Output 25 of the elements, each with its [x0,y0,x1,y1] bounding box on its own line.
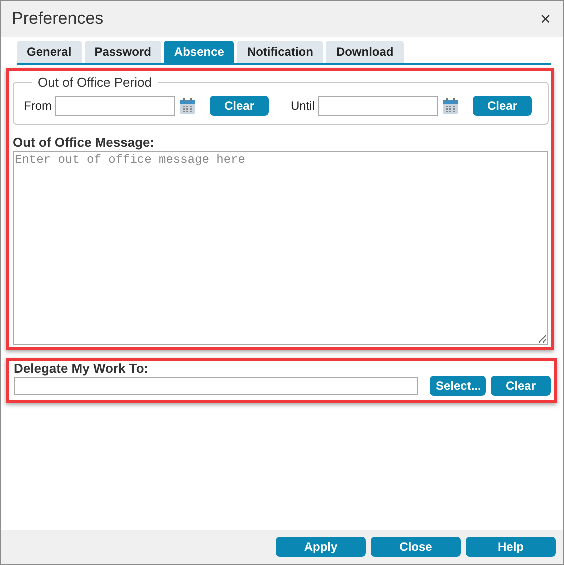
field-label: Until [291,99,316,113]
clear-button[interactable]: Clear [473,96,532,116]
delegate-field[interactable] [14,377,418,395]
group-title: Out of Office Period [37,75,153,90]
calendar-icon[interactable] [442,98,460,114]
date-field[interactable] [318,96,438,116]
footer-button[interactable]: Apply [276,537,366,557]
footer-button[interactable]: Close [371,537,461,557]
tab[interactable]: Password [84,41,162,63]
close-button[interactable]: × [538,10,553,28]
tab[interactable]: Download [326,41,404,63]
clear-button[interactable]: Clear [210,96,269,116]
field-label: From [24,99,52,113]
date-field[interactable] [55,96,175,116]
select-button[interactable]: Select... [430,376,486,396]
field-label: Delegate My Work To: [14,361,150,376]
tab[interactable]: Absence [164,41,234,63]
message-field[interactable]: Enter out of office message here [13,151,548,345]
field-label: Out of Office Message: [13,135,156,150]
tab[interactable]: General [17,41,82,63]
calendar-icon[interactable] [179,98,196,114]
tab[interactable]: Notification [237,41,324,63]
footer-button[interactable]: Help [466,537,556,557]
clear-button[interactable]: Clear [491,376,551,396]
window-title: Preferences [12,9,104,29]
